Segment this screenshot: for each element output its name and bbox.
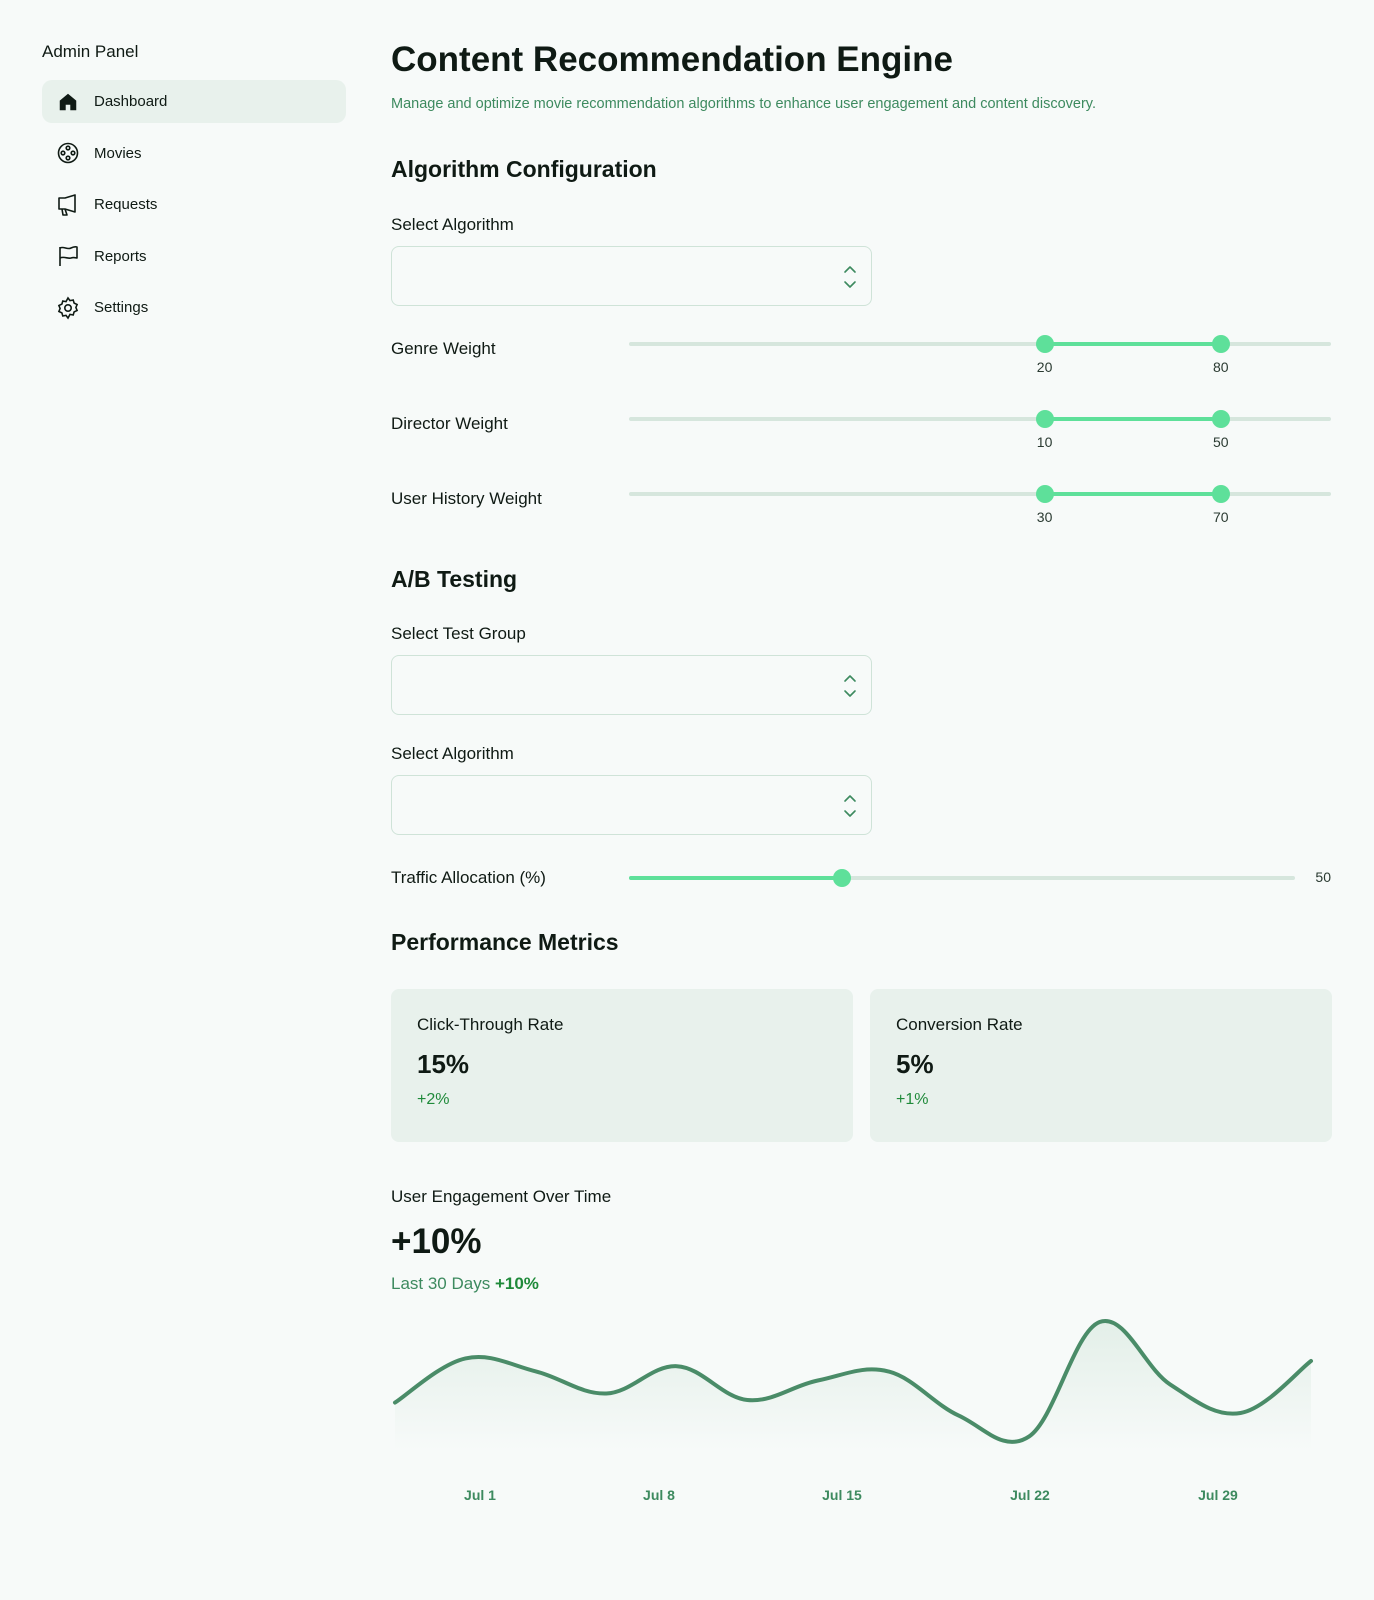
sidebar-item-reports[interactable]: Reports	[42, 235, 346, 278]
x-tick-label: Jul 1	[464, 1487, 496, 1503]
select-test-group-label: Select Test Group	[391, 624, 526, 643]
page-subtitle: Manage and optimize movie recommendation…	[391, 96, 1096, 112]
x-tick-label: Jul 15	[822, 1487, 862, 1503]
select-algorithm-label: Select Algorithm	[391, 215, 514, 234]
director-weight-slider[interactable]: 10 50	[629, 404, 1331, 450]
metric-delta: +1%	[896, 1091, 929, 1108]
flag-icon	[56, 244, 80, 268]
chevron-up-down-icon	[844, 675, 856, 697]
metric-delta: +2%	[417, 1091, 450, 1108]
sidebar: Admin Panel Dashboard Movies Requests Re…	[42, 40, 346, 338]
slider-max-value: 70	[1212, 509, 1229, 525]
slider-min-value: 30	[1036, 509, 1053, 525]
slider-min-value: 20	[1036, 359, 1053, 375]
slider-thumb-max[interactable]	[1211, 485, 1230, 503]
algorithm-select[interactable]	[391, 246, 872, 306]
metric-value: 5%	[896, 1049, 934, 1079]
user-history-weight-label: User History Weight	[391, 489, 542, 508]
engagement-period-label: Last 30 Days	[391, 1274, 491, 1293]
sidebar-item-requests[interactable]: Requests	[42, 183, 346, 226]
slider-fill	[1044, 492, 1221, 496]
metric-card-ctr: Click-Through Rate 15% +2%	[391, 989, 853, 1142]
metric-value: 15%	[417, 1049, 470, 1079]
home-icon	[56, 90, 80, 114]
sidebar-item-label: Dashboard	[94, 93, 168, 110]
slider-fill	[1044, 342, 1221, 346]
engagement-chart: Jul 1 Jul 8 Jul 15 Jul 22 Jul 29	[393, 1318, 1313, 1503]
slider-thumb-max[interactable]	[1211, 335, 1230, 353]
sidebar-item-movies[interactable]: Movies	[42, 132, 346, 175]
slider-thumb-min[interactable]	[1035, 335, 1054, 353]
metric-card-conversion: Conversion Rate 5% +1%	[870, 989, 1332, 1142]
film-reel-icon	[56, 141, 80, 165]
sidebar-item-label: Settings	[94, 299, 149, 316]
slider-thumb-min[interactable]	[1035, 485, 1054, 503]
slider-max-value: 50	[1212, 434, 1229, 450]
page-title: Content Recommendation Engine	[391, 40, 953, 79]
traffic-allocation-label: Traffic Allocation (%)	[391, 868, 546, 887]
sidebar-item-label: Reports	[94, 247, 147, 265]
metric-label: Click-Through Rate	[417, 1015, 564, 1034]
traffic-allocation-value: 50	[1315, 869, 1331, 885]
director-weight-label: Director Weight	[391, 414, 508, 433]
performance-metrics-title: Performance Metrics	[391, 929, 619, 955]
slider-fill	[1044, 417, 1221, 421]
user-history-weight-slider[interactable]: 30 70	[629, 479, 1331, 525]
engagement-period: Last 30 Days +10%	[391, 1274, 539, 1294]
ab-algorithm-select[interactable]	[391, 775, 872, 835]
genre-weight-label: Genre Weight	[391, 339, 496, 358]
slider-thumb-min[interactable]	[1035, 410, 1054, 428]
metric-label: Conversion Rate	[896, 1015, 1023, 1034]
engagement-period-change: +10%	[494, 1274, 539, 1293]
slider-thumb[interactable]	[833, 869, 852, 887]
algorithm-config-title: Algorithm Configuration	[391, 156, 657, 182]
slider-fill	[629, 876, 843, 880]
slider-min-value: 10	[1036, 434, 1053, 450]
sidebar-item-label: Movies	[94, 144, 142, 162]
genre-weight-slider[interactable]: 20 80	[629, 329, 1331, 375]
chevron-up-down-icon	[844, 266, 856, 288]
sidebar-item-label: Requests	[94, 196, 158, 213]
slider-thumb-max[interactable]	[1211, 410, 1230, 428]
x-tick-label: Jul 8	[643, 1487, 675, 1503]
chevron-up-down-icon	[844, 795, 856, 817]
sidebar-item-settings[interactable]: Settings	[42, 286, 346, 329]
slider-max-value: 80	[1212, 359, 1229, 375]
megaphone-icon	[56, 193, 80, 217]
traffic-allocation-slider[interactable]	[629, 863, 1295, 893]
gear-icon	[56, 296, 80, 320]
sidebar-title: Admin Panel	[42, 42, 139, 61]
x-tick-label: Jul 22	[1010, 1487, 1050, 1503]
test-group-select[interactable]	[391, 655, 872, 715]
ab-testing-title: A/B Testing	[391, 566, 518, 592]
engagement-value: +10%	[391, 1222, 482, 1261]
select-algorithm-ab-label: Select Algorithm	[391, 744, 514, 763]
sidebar-item-dashboard[interactable]: Dashboard	[42, 80, 346, 123]
engagement-label: User Engagement Over Time	[391, 1187, 612, 1206]
x-tick-label: Jul 29	[1198, 1487, 1238, 1503]
